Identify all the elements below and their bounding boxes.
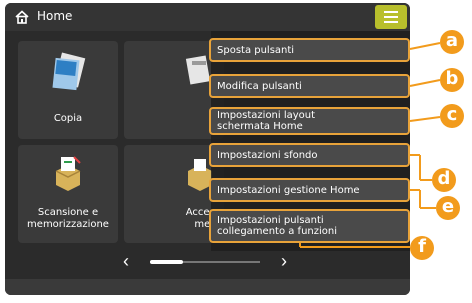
callout-leaders [299,42,441,248]
callout-d: d [432,168,456,192]
callout-a: a [440,30,464,54]
callout-c: c [440,104,464,128]
callout-e: e [436,196,460,220]
callout-b: b [440,68,464,92]
callout-f: f [410,236,434,260]
